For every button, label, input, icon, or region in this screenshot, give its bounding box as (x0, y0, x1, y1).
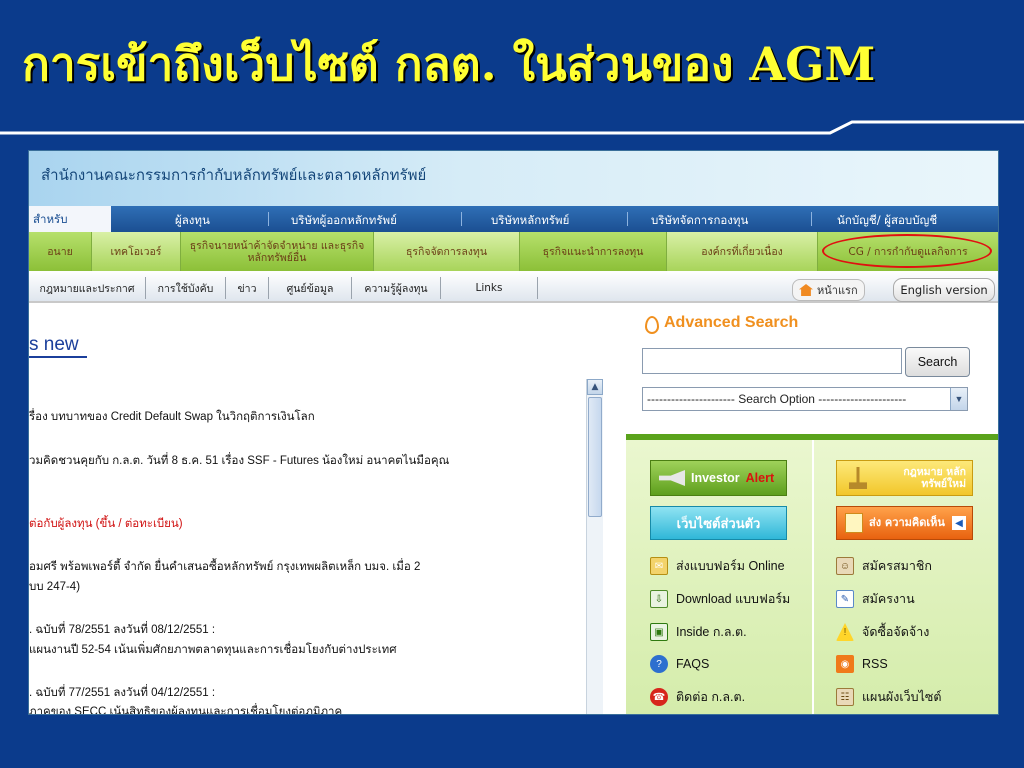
nav-primary-investors[interactable]: ผู้ลงทุน (175, 212, 210, 230)
megaphone-icon (659, 470, 685, 486)
link-faqs[interactable]: ? FAQS (650, 655, 709, 673)
download-icon: ⇩ (650, 590, 668, 608)
english-version-button[interactable]: English version (893, 278, 995, 302)
site-banner-title: สำนักงานคณะกรรมการกำกับหลักทรัพย์และตลาด… (41, 166, 427, 184)
nav-primary-accountants[interactable]: นักบัญชี/ ผู้สอบบัญชี (837, 212, 937, 230)
nav-secondary-takeover[interactable]: เทคโอเวอร์ (92, 232, 181, 271)
panel-divider (812, 440, 814, 714)
tab-links[interactable]: Links (441, 277, 538, 299)
warning-icon: ! (836, 623, 854, 641)
rss-icon: ◉ (836, 655, 854, 673)
slide-title: การเข้าถึงเว็บไซต์ กลต. ในส่วนของ AGM (22, 37, 876, 91)
link-faqs-label: FAQS (676, 657, 710, 671)
envelope-icon: ✉ (650, 557, 668, 575)
news-item[interactable]: ิภาคของ SECC เน้นสิทธิของผู้ลงทุนและการเ… (29, 703, 342, 714)
home-button[interactable]: หน้าแรก (792, 279, 865, 301)
nav-secondary-related-orgs[interactable]: องค์กรที่เกี่ยวเนื่อง (667, 232, 818, 271)
tab-data-center[interactable]: ศูนย์ข้อมูล (269, 277, 352, 299)
home-label: หน้าแรก (817, 284, 858, 297)
tab-news[interactable]: ข่าว (226, 277, 269, 299)
news-item[interactable]: อมศรี พร้อพเพอร์ตี้ จำกัด ยื่นคำเสนอซื้อ… (29, 558, 420, 576)
site-banner: สำนักงานคณะกรรมการกำกับหลักทรัพย์และตลาด… (29, 151, 998, 206)
investor-alert-label-2: Alert (745, 471, 775, 485)
link-sitemap[interactable]: ☷ แผนผังเว็บไซต์ (836, 687, 941, 707)
sitemap-icon: ☷ (836, 688, 854, 706)
chevron-down-icon[interactable]: ▼ (950, 388, 967, 410)
advanced-search-title[interactable]: Advanced Search (644, 314, 798, 332)
pencil-icon (845, 513, 863, 533)
nav-secondary-investment-mgmt[interactable]: ธุรกิจจัดการลงทุน (374, 232, 520, 271)
link-rss-label: RSS (862, 657, 888, 671)
news-item[interactable]: แผนงานปี 52-54 เน้นเพิ่มศักยภาพตลาดทุนแล… (29, 641, 397, 659)
phone-icon: ☎ (650, 688, 668, 706)
link-sitemap-label: แผนผังเว็บไซต์ (862, 690, 942, 704)
link-download-forms[interactable]: ⇩ Download แบบฟอร์ม (650, 589, 790, 609)
link-procurement[interactable]: ! จัดซื้อจัดจ้าง (836, 622, 929, 642)
tab-law[interactable]: กฎหมายและประกาศ (29, 277, 146, 299)
person-icon: ☺ (836, 557, 854, 575)
inside-icon: ▣ (650, 623, 668, 641)
send-feedback-button[interactable]: ส่ง ความคิดเห็น ◀ (836, 506, 973, 540)
home-icon (799, 284, 813, 296)
link-inside-sec[interactable]: ▣ Inside ก.ล.ต. (650, 622, 747, 642)
nav-secondary-advisory[interactable]: ธุรกิจแนะนำการลงทุน (520, 232, 667, 271)
primary-nav: สำหรับ ผู้ลงทุน บริษัทผู้ออกหลักทรัพย์ บ… (29, 206, 998, 232)
link-online-form-label: ส่งแบบฟอร์ม Online (676, 559, 785, 573)
nav-primary-issuers[interactable]: บริษัทผู้ออกหลักทรัพย์ (291, 212, 397, 230)
link-download-forms-label: Download แบบฟอร์ม (676, 592, 791, 606)
search-option-value: ---------------------- Search Option ---… (647, 392, 907, 406)
nav-secondary-item[interactable]: อนาย (29, 232, 92, 271)
form-icon: ✎ (836, 590, 854, 608)
new-securities-law-button[interactable]: กฎหมาย หลักทรัพย์ใหม่ (836, 460, 973, 496)
tab-investor-knowledge[interactable]: ความรู้ผู้ลงทุน (352, 277, 441, 299)
new-securities-law-label: กฎหมาย หลักทรัพย์ใหม่ (903, 466, 966, 490)
news-item[interactable]: ต่อกับผู้ลงทุน (ขึ้น / ต่อทะเบียน) (29, 515, 183, 533)
link-contact-sec-label: ติดต่อ ก.ล.ต. (676, 690, 746, 704)
link-online-form[interactable]: ✉ ส่งแบบฟอร์ม Online (650, 556, 785, 576)
website-screenshot: สำนักงานคณะกรรมการกำกับหลักทรัพย์และตลาด… (28, 150, 999, 715)
link-membership-label: สมัครสมาชิก (862, 559, 932, 573)
news-item[interactable]: . ฉบับที่ 77/2551 ลงวันที่ 04/12/2551 : (29, 684, 215, 702)
news-item[interactable]: . ฉบับที่ 78/2551 ลงวันที่ 08/12/2551 : (29, 621, 215, 639)
news-heading[interactable]: s new (29, 334, 87, 358)
link-membership[interactable]: ☺ สมัครสมาชิก (836, 556, 932, 576)
link-jobs-label: สมัครงาน (862, 592, 915, 606)
link-procurement-label: จัดซื้อจัดจ้าง (862, 625, 930, 639)
personal-website-button[interactable]: เว็บไซต์ส่วนตัว (650, 506, 787, 540)
scroll-up-arrow-icon[interactable]: ▲ (587, 379, 603, 395)
investor-alert-label-1: Investor (691, 471, 740, 485)
nav-secondary-brokerage[interactable]: ธุรกิจนายหน้าค้าจัดจำหน่าย และธุรกิจหลัก… (181, 232, 374, 271)
search-input[interactable] (642, 348, 902, 374)
investor-alert-button[interactable]: Investor Alert (650, 460, 787, 496)
secondary-nav: อนาย เทคโอเวอร์ ธุรกิจนายหน้าค้าจัดจำหน่… (29, 232, 998, 272)
nav-secondary-cg[interactable]: CG / การกำกับดูแลกิจการ (818, 232, 998, 271)
search-button[interactable]: Search (905, 347, 970, 377)
link-rss[interactable]: ◉ RSS (836, 655, 888, 673)
question-icon: ? (650, 655, 668, 673)
news-item[interactable]: วมคิดชวนคุยกับ ก.ล.ต. วันที่ 8 ธ.ค. 51 เ… (29, 452, 449, 470)
tab-enforcement[interactable]: การใช้บังคับ (146, 277, 226, 299)
news-scrollbar[interactable]: ▲ (586, 379, 603, 714)
search-option-select[interactable]: ---------------------- Search Option ---… (642, 387, 968, 411)
nav-primary-for[interactable]: สำหรับ (29, 206, 111, 232)
nav-primary-fund-managers[interactable]: บริษัทจัดการกองทุน (651, 212, 748, 230)
scales-icon (849, 467, 867, 489)
scroll-thumb[interactable] (588, 397, 602, 517)
link-contact-sec[interactable]: ☎ ติดต่อ ก.ล.ต. (650, 687, 745, 707)
news-item[interactable]: บบ 247-4) (29, 578, 80, 596)
send-feedback-label: ส่ง ความคิดเห็น (869, 516, 945, 529)
nav-primary-securities-firms[interactable]: บริษัทหลักทรัพย์ (491, 212, 569, 230)
title-rule (0, 120, 1024, 135)
news-item[interactable]: รื่อง บทบาทของ Credit Default Swap ในวิก… (29, 408, 315, 426)
link-inside-sec-label: Inside ก.ล.ต. (676, 625, 747, 639)
link-jobs[interactable]: ✎ สมัครงาน (836, 589, 915, 609)
arrow-left-icon: ◀ (952, 516, 966, 530)
